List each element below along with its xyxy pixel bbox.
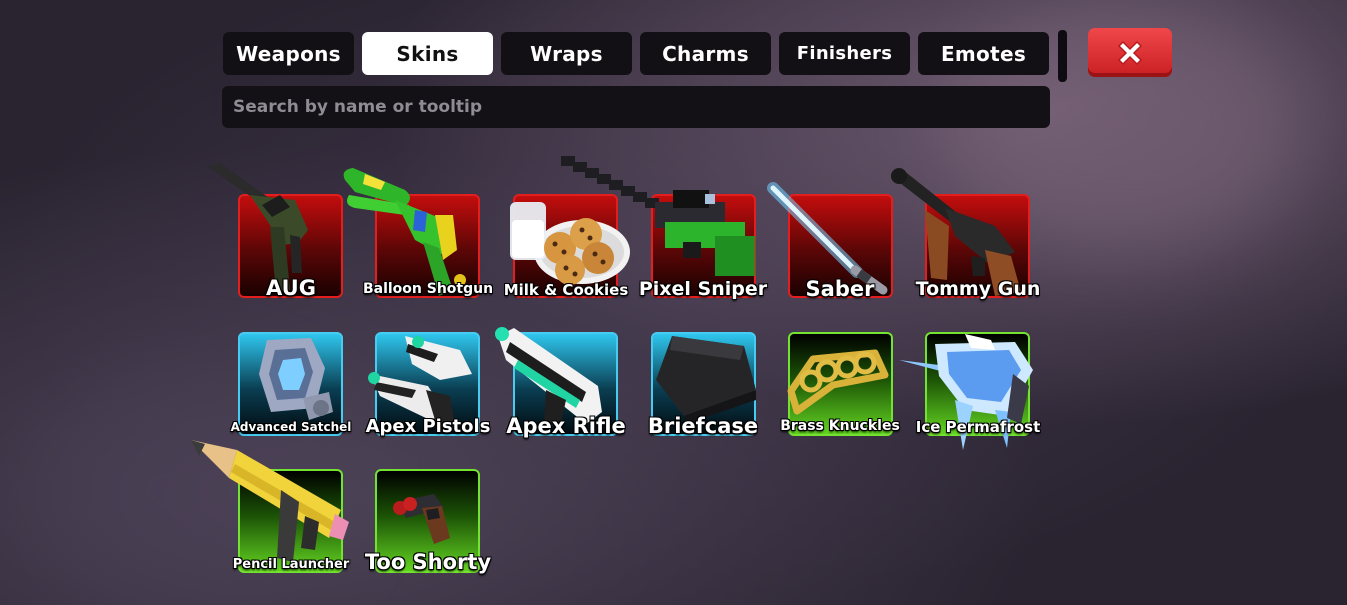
skin-label-tommy-gun: Tommy Gun xyxy=(915,278,1041,300)
category-tabs: Weapons Skins Wraps Charms Finishers Emo… xyxy=(223,32,1049,75)
tab-finishers[interactable]: Finishers xyxy=(779,32,910,75)
close-button[interactable] xyxy=(1088,28,1172,77)
skin-label-apex-rifle: Apex Rifle xyxy=(506,414,626,438)
tab-skins[interactable]: Skins xyxy=(362,32,493,75)
search-input[interactable] xyxy=(222,86,1050,128)
skin-label-milk-cookies: Milk & Cookies xyxy=(503,281,629,299)
briefcase-icon xyxy=(656,336,756,424)
skin-label-aug: AUG xyxy=(266,276,316,300)
tab-scrollbar[interactable] xyxy=(1058,30,1067,82)
skin-label-briefcase: Briefcase xyxy=(647,414,759,438)
close-x-icon xyxy=(1117,40,1143,65)
skin-label-saber: Saber xyxy=(805,277,875,301)
tab-charms[interactable]: Charms xyxy=(640,32,771,75)
skin-label-pixel-sniper: Pixel Sniper xyxy=(638,278,768,300)
skin-label-advanced-satchel: Advanced Satchel xyxy=(230,420,352,434)
skin-label-balloon-shotgun: Balloon Shotgun xyxy=(362,281,494,297)
skin-label-too-shorty: Too Shorty xyxy=(364,550,492,574)
brass-knuckles-icon xyxy=(787,349,889,415)
pencil-launcher-icon xyxy=(191,440,349,562)
skin-label-ice-permafrost: Ice Permafrost xyxy=(915,418,1041,436)
ice-permafrost-icon xyxy=(899,334,1033,450)
skin-label-apex-pistols: Apex Pistols xyxy=(365,416,491,437)
too-shorty-icon xyxy=(393,494,450,544)
skin-label-brass-knuckles: Brass Knuckles xyxy=(780,418,900,434)
tab-wraps[interactable]: Wraps xyxy=(501,32,632,75)
tab-emotes[interactable]: Emotes xyxy=(918,32,1049,75)
skin-label-pencil-launcher: Pencil Launcher xyxy=(232,557,350,572)
tab-weapons[interactable]: Weapons xyxy=(223,32,354,75)
pixel-sniper-icon xyxy=(561,156,755,276)
